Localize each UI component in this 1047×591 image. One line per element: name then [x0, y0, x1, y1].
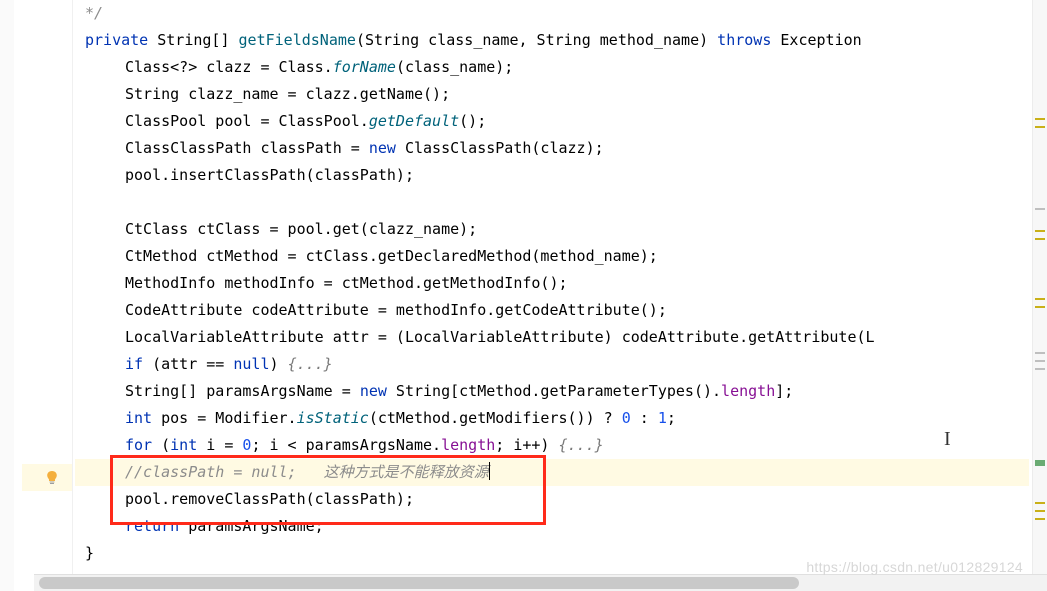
- code-line[interactable]: return paramsArgsName;: [75, 513, 1029, 540]
- number-literal: 1: [658, 409, 667, 427]
- warning-marker[interactable]: [1035, 126, 1045, 128]
- code-line[interactable]: }: [75, 540, 1029, 567]
- field-ref: length: [441, 436, 495, 454]
- gutter: [0, 0, 73, 591]
- horizontal-scrollbar[interactable]: [34, 574, 1047, 591]
- warning-marker[interactable]: [1035, 518, 1045, 520]
- scrollbar-thumb[interactable]: [39, 577, 799, 589]
- code-line[interactable]: */: [75, 0, 1029, 27]
- code-text: ();: [459, 112, 486, 130]
- static-method: isStatic: [297, 409, 369, 427]
- code-text: ; i < paramsArgsName.: [251, 436, 441, 454]
- code-text: ): [270, 355, 288, 373]
- warning-marker[interactable]: [1035, 510, 1045, 512]
- code-text: paramsArgsName;: [179, 517, 324, 535]
- code-line[interactable]: [75, 189, 1029, 216]
- code-text: (: [152, 436, 170, 454]
- folded-region[interactable]: {...}: [559, 436, 604, 454]
- code-text: CtMethod ctMethod = ctClass.getDeclaredM…: [125, 247, 658, 265]
- code-text: ; i++): [495, 436, 558, 454]
- number-literal: 0: [622, 409, 631, 427]
- code-line[interactable]: LocalVariableAttribute attr = (LocalVari…: [75, 324, 1029, 351]
- code-text: ClassClassPath(clazz);: [396, 139, 604, 157]
- code-text: :: [631, 409, 658, 427]
- warning-marker[interactable]: [1035, 118, 1045, 120]
- code-text: String[] paramsArgsName =: [125, 382, 360, 400]
- warning-marker[interactable]: [1035, 230, 1045, 232]
- caret-line[interactable]: //classPath = null; 这种方式是不能释放资源: [75, 459, 1029, 486]
- code-text: ];: [775, 382, 793, 400]
- occurrence-marker[interactable]: [1035, 360, 1045, 362]
- code-text: ClassClassPath classPath =: [125, 139, 369, 157]
- change-marker[interactable]: [1035, 460, 1045, 466]
- code-line[interactable]: String clazz_name = clazz.getName();: [75, 81, 1029, 108]
- occurrence-marker[interactable]: [1035, 368, 1045, 370]
- code-line[interactable]: String[] paramsArgsName = new String[ctM…: [75, 378, 1029, 405]
- code-line[interactable]: CtMethod ctMethod = ctClass.getDeclaredM…: [75, 243, 1029, 270]
- occurrence-marker[interactable]: [1035, 208, 1045, 210]
- code-text: CodeAttribute codeAttribute = methodInfo…: [125, 301, 667, 319]
- code-line[interactable]: ClassClassPath classPath = new ClassClas…: [75, 135, 1029, 162]
- keyword: return: [125, 517, 179, 535]
- occurrence-marker[interactable]: [1035, 352, 1045, 354]
- warning-marker[interactable]: [1035, 502, 1045, 504]
- code-line[interactable]: private String[] getFieldsName(String cl…: [75, 27, 1029, 54]
- method-name: getFieldsName: [239, 31, 356, 49]
- keyword: int: [170, 436, 197, 454]
- code-text: pool.removeClassPath(classPath);: [125, 490, 414, 508]
- keyword: new: [369, 139, 396, 157]
- code-line[interactable]: if (attr == null) {...}: [75, 351, 1029, 378]
- code-text: pos = Modifier.: [152, 409, 297, 427]
- code-text: LocalVariableAttribute attr = (LocalVari…: [125, 328, 875, 346]
- code-text: String[]: [148, 31, 238, 49]
- warning-marker[interactable]: [1035, 306, 1045, 308]
- code-line[interactable]: pool.removeClassPath(classPath);: [75, 486, 1029, 513]
- error-stripe[interactable]: [1032, 0, 1047, 575]
- code-text: Exception: [771, 31, 870, 49]
- text-caret: [489, 462, 490, 480]
- code-text: MethodInfo methodInfo = ctMethod.getMeth…: [125, 274, 568, 292]
- keyword: new: [360, 382, 387, 400]
- code-text: (attr ==: [143, 355, 233, 373]
- static-method: getDefault: [369, 112, 459, 130]
- code-line[interactable]: CtClass ctClass = pool.get(clazz_name);: [75, 216, 1029, 243]
- warning-marker[interactable]: [1035, 238, 1045, 240]
- code-line[interactable]: ClassPool pool = ClassPool.getDefault();: [75, 108, 1029, 135]
- code-text: i =: [197, 436, 242, 454]
- code-line[interactable]: MethodInfo methodInfo = ctMethod.getMeth…: [75, 270, 1029, 297]
- code-line[interactable]: int pos = Modifier.isStatic(ctMethod.get…: [75, 405, 1029, 432]
- code-text: CtClass ctClass = pool.get(clazz_name);: [125, 220, 477, 238]
- code-line[interactable]: for (int i = 0; i < paramsArgsName.lengt…: [75, 432, 1029, 459]
- keyword: if: [125, 355, 143, 373]
- code-text: ClassPool pool = ClassPool.: [125, 112, 369, 130]
- intention-bulb-icon[interactable]: [45, 470, 59, 484]
- comment-text: */: [85, 4, 103, 22]
- code-text: pool.insertClassPath(classPath);: [125, 166, 414, 184]
- code-text: Class<?> clazz = Class.: [125, 58, 333, 76]
- code-text: String clazz_name = clazz.getName();: [125, 85, 450, 103]
- comment-text: //classPath = null; 这种方式是不能释放资源: [125, 463, 489, 481]
- code-text: }: [85, 544, 94, 562]
- code-text: String[ctMethod.getParameterTypes().: [387, 382, 721, 400]
- code-text: (String class_name, String method_name): [356, 31, 717, 49]
- code-area[interactable]: */ private String[] getFieldsName(String…: [75, 0, 1029, 575]
- code-text: (class_name);: [396, 58, 513, 76]
- keyword: throws: [717, 31, 771, 49]
- code-text: ;: [667, 409, 676, 427]
- code-editor[interactable]: */ private String[] getFieldsName(String…: [0, 0, 1047, 591]
- warning-marker[interactable]: [1035, 298, 1045, 300]
- diff-column: [0, 0, 14, 591]
- code-line[interactable]: Class<?> clazz = Class.forName(class_nam…: [75, 54, 1029, 81]
- keyword: null: [233, 355, 269, 373]
- keyword: int: [125, 409, 152, 427]
- keyword: for: [125, 436, 152, 454]
- folded-region[interactable]: {...}: [288, 355, 333, 373]
- code-line[interactable]: CodeAttribute codeAttribute = methodInfo…: [75, 297, 1029, 324]
- field-ref: length: [721, 382, 775, 400]
- keyword: private: [85, 31, 148, 49]
- code-text: (ctMethod.getModifiers()) ?: [369, 409, 622, 427]
- code-line[interactable]: pool.insertClassPath(classPath);: [75, 162, 1029, 189]
- static-method: forName: [333, 58, 396, 76]
